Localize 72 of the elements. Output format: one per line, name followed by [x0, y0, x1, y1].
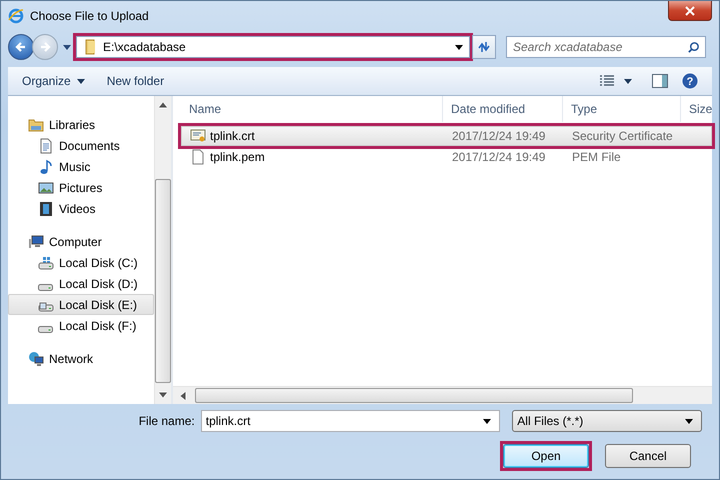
column-header[interactable]: Date modified [443, 96, 563, 122]
scroll-up-icon[interactable] [159, 101, 167, 109]
vertical-scrollbar[interactable] [154, 96, 171, 404]
file-icon [190, 149, 206, 165]
film-icon [38, 200, 54, 216]
help-icon: ? [682, 73, 698, 89]
picture-icon [38, 180, 54, 196]
computer-icon [28, 234, 44, 250]
caret-icon[interactable] [63, 44, 71, 50]
list-view-icon [600, 75, 614, 87]
refresh-icon [477, 40, 491, 54]
caret-icon[interactable] [483, 419, 492, 424]
file-name: tplink.pem [210, 150, 265, 164]
scroll-thumb[interactable] [155, 179, 171, 383]
window-title: Choose File to Upload [30, 9, 149, 23]
close-button[interactable] [668, 1, 712, 21]
file-date: 2017/12/24 19:49 [451, 129, 546, 143]
column-header[interactable]: Name [181, 96, 443, 122]
nav-item[interactable]: Videos [8, 198, 154, 219]
caret-icon [685, 418, 694, 424]
file-row[interactable]: tplink.crt 2017/12/24 19:49 Security Certificate [181, 126, 712, 146]
file-date: 2017/12/24 19:49 [451, 150, 546, 164]
forward-arrow-icon [39, 41, 51, 53]
caret-icon[interactable] [624, 78, 632, 84]
music-note-icon [38, 158, 54, 174]
organize-menu[interactable]: Organize [18, 71, 89, 91]
column-header[interactable]: Size [681, 96, 711, 122]
address-bar[interactable]: E:\xcadatabase [76, 36, 470, 58]
scroll-thumb[interactable] [195, 388, 633, 403]
refresh-button[interactable] [472, 35, 496, 59]
horizontal-scrollbar[interactable] [173, 386, 712, 404]
file-type: PEM File [571, 150, 622, 164]
back-button[interactable] [8, 34, 34, 60]
browser-logo-icon [8, 8, 24, 24]
open-button[interactable]: Open [503, 444, 589, 468]
nav-item[interactable]: Documents [8, 135, 154, 156]
drive-icon [38, 254, 54, 270]
caret-icon[interactable] [455, 44, 463, 50]
certificate-icon [190, 128, 206, 144]
file-type: Security Certificate [571, 129, 674, 143]
pane-icon [652, 74, 668, 88]
file-name: tplink.crt [210, 129, 255, 143]
nav-item[interactable]: Computer [8, 231, 154, 252]
caret-icon [76, 78, 85, 84]
help-button[interactable]: ? [678, 71, 702, 91]
address-path: E:\xcadatabase [103, 40, 187, 54]
nav-item[interactable]: Libraries [8, 114, 154, 135]
back-arrow-icon [15, 41, 27, 53]
close-icon [685, 6, 695, 16]
network-icon [28, 350, 44, 366]
file-name-field[interactable]: tplink.crt [200, 410, 500, 432]
nav-item[interactable]: Local Disk (C:) [8, 252, 154, 273]
scroll-down-icon[interactable] [159, 391, 167, 399]
nav-item[interactable]: Local Disk (F:) [8, 315, 154, 336]
search-field[interactable]: Search xcadatabase [506, 36, 706, 58]
toolbar-button[interactable]: New folder [102, 71, 168, 91]
search-icon [687, 41, 700, 54]
nav-item[interactable]: Pictures [8, 177, 154, 198]
folder-icon [28, 116, 44, 132]
drive-icon [38, 284, 53, 290]
scroll-left-icon[interactable] [179, 392, 187, 400]
document-icon [38, 138, 54, 154]
file-type-dropdown[interactable]: All Files (*.*) [512, 410, 702, 432]
cancel-button[interactable]: Cancel [605, 444, 691, 468]
file-name-label: File name: [138, 414, 196, 428]
file-row[interactable]: tplink.pem 2017/12/24 19:49 PEM File [181, 147, 712, 167]
nav-item[interactable]: Music [8, 156, 154, 177]
column-header[interactable]: Type [563, 96, 681, 122]
nav-item[interactable]: Network [8, 348, 154, 369]
nav-item[interactable]: Local Disk (D:) [8, 273, 154, 294]
drive-icon [38, 326, 53, 332]
nav-item[interactable]: Local Disk (E:) [8, 294, 154, 315]
